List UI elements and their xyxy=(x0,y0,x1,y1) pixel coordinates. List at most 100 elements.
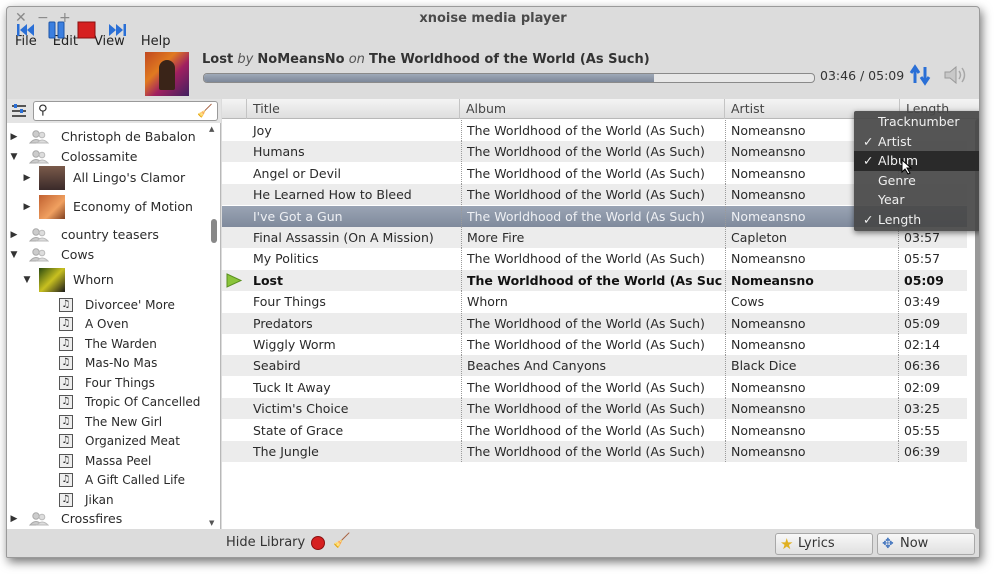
volume-icon[interactable] xyxy=(942,63,968,87)
library-item-track[interactable]: ♫ A Oven xyxy=(7,314,213,334)
library-panel: ⚲ 🧹 ▶ Christoph de Babalon ▼ Colossamite ▶ Al… xyxy=(7,99,221,529)
collapsed-arrow-icon[interactable]: ▶ xyxy=(22,165,32,191)
library-item-artist[interactable]: ▶ country teasers xyxy=(7,225,213,245)
cell-length: 05:55 xyxy=(898,419,966,441)
cell-length: 05:09 xyxy=(898,269,966,291)
music-note-icon: ♫ xyxy=(59,395,73,409)
library-item-track[interactable]: ♫ The New Girl xyxy=(7,412,213,432)
cell-title: My Politics xyxy=(253,251,319,267)
library-item-artist[interactable]: ▶ Crossfires xyxy=(7,509,213,529)
column-menu-label: Tracknumber xyxy=(878,114,960,129)
library-item-label: Jikan xyxy=(85,493,114,507)
playlist-row[interactable]: Four Things Whorn Cows 03:49 xyxy=(222,291,967,313)
column-menu-item[interactable]: ✓ Album xyxy=(854,151,979,171)
now-playing-button[interactable]: ✥ Now Playing xyxy=(877,533,975,557)
expanded-arrow-icon[interactable]: ▼ xyxy=(22,267,32,293)
library-item-album[interactable]: ▼ Whorn xyxy=(7,267,213,293)
library-item-artist[interactable]: ▼ Colossamite xyxy=(7,147,213,167)
column-title[interactable]: Title xyxy=(246,99,462,119)
playlist-row[interactable]: Victim's Choice The Worldhood of the Worl… xyxy=(222,398,967,420)
library-item-album[interactable]: ▶ Economy of Motion xyxy=(7,194,213,220)
library-item-track[interactable]: ♫ Jikan xyxy=(7,490,213,510)
playlist-row[interactable]: Lost The Worldhood of the World (As Such)… xyxy=(222,269,967,291)
progress-bar[interactable] xyxy=(203,73,815,83)
collapsed-arrow-icon[interactable]: ▶ xyxy=(9,127,19,147)
library-item-track[interactable]: ♫ Divorcee' More xyxy=(7,295,213,315)
library-item-label: Cows xyxy=(61,247,95,262)
music-note-icon: ♫ xyxy=(59,298,73,312)
library-item-track[interactable]: ♫ Tropic Of Cancelled xyxy=(7,392,213,412)
lyrics-label: Lyrics xyxy=(798,536,835,551)
media-sources-icon[interactable] xyxy=(11,104,27,118)
cell-album: The Worldhood of the World (As Such) xyxy=(461,312,723,334)
cell-title: Humans xyxy=(253,144,305,160)
library-item-track[interactable]: ♫ Organized Meat xyxy=(7,431,213,451)
playlist-row[interactable]: The Jungle The Worldhood of the World (As… xyxy=(222,441,967,462)
library-item-label: Crossfires xyxy=(61,511,123,526)
pause-icon[interactable] xyxy=(46,20,68,40)
playlist-row[interactable]: State of Grace The Worldhood of the World… xyxy=(222,419,967,441)
window-title: xnoise media player xyxy=(419,11,567,26)
library-item-track[interactable]: ♫ A Gift Called Life xyxy=(7,470,213,490)
menu-help[interactable]: Help xyxy=(133,31,179,53)
library-scroll-thumb[interactable] xyxy=(211,219,217,243)
music-note-icon: ♫ xyxy=(59,356,73,370)
stop-icon[interactable] xyxy=(76,20,98,40)
cell-title: Final Assassin (On A Mission) xyxy=(253,230,434,245)
bottom-bar: Hide Library 🧹 ★ Lyrics ✥ Now Playing xyxy=(7,529,979,557)
column-menu-item[interactable]: Tracknumber xyxy=(854,112,979,132)
repeat-icon[interactable] xyxy=(909,63,931,87)
collapsed-arrow-icon[interactable]: ▶ xyxy=(9,509,19,529)
broom-icon[interactable]: 🧹 xyxy=(333,533,350,549)
no-entry-icon[interactable] xyxy=(311,536,325,550)
cell-artist: Nomeansno xyxy=(725,398,898,420)
library-item-artist[interactable]: ▼ Cows xyxy=(7,245,213,265)
column-menu-label: Artist xyxy=(878,133,912,149)
playlist-row[interactable]: Wiggly Worm The Worldhood of the World (A… xyxy=(222,334,967,355)
playlist-row[interactable]: My Politics The Worldhood of the World (A… xyxy=(222,248,967,270)
cell-artist: Cows xyxy=(725,291,898,313)
next-track-icon[interactable] xyxy=(106,20,128,40)
search-icon: ⚲ xyxy=(38,103,48,118)
collapsed-arrow-icon[interactable]: ▶ xyxy=(9,225,19,245)
library-item-label: Economy of Motion xyxy=(73,199,193,214)
cell-artist: Black Dice xyxy=(725,355,898,377)
music-note-icon: ♫ xyxy=(59,473,73,487)
library-item-label: All Lingo's Clamor xyxy=(73,170,186,185)
hide-library-button[interactable]: Hide Library xyxy=(226,535,305,550)
library-item-track[interactable]: ♫ Four Things xyxy=(7,373,213,393)
music-note-icon: ♫ xyxy=(59,415,73,429)
library-item-label: Mas-No Mas xyxy=(85,356,158,370)
library-scrollbar[interactable]: ▲ ▼ xyxy=(209,123,219,529)
star-icon: ★ xyxy=(780,535,794,553)
library-item-track[interactable]: ♫ Mas-No Mas xyxy=(7,353,213,373)
search-field[interactable]: ⚲ 🧹 xyxy=(33,101,218,121)
column-menu-label: Year xyxy=(878,192,905,208)
library-item-track[interactable]: ♫ The Warden xyxy=(7,334,213,354)
playlist-row[interactable]: Tuck It Away The Worldhood of the World (… xyxy=(222,376,967,398)
library-item-album[interactable]: ▶ All Lingo's Clamor xyxy=(7,165,213,191)
clear-search-icon[interactable]: 🧹 xyxy=(197,102,213,120)
previous-track-icon[interactable] xyxy=(15,20,37,40)
playlist-row[interactable]: Seabird Beaches And Canyons Black Dice 06:3… xyxy=(222,355,967,377)
column-menu-item[interactable]: Genre xyxy=(854,171,979,191)
column-menu-item[interactable]: ✓ Artist xyxy=(854,132,979,152)
library-item-artist[interactable]: ▶ Christoph de Babalon xyxy=(7,127,213,147)
column-menu-item[interactable]: Year xyxy=(854,190,979,210)
library-item-track[interactable]: ♫ Massa Peel xyxy=(7,451,213,471)
album-cover-image[interactable] xyxy=(145,52,189,96)
expanded-arrow-icon[interactable]: ▼ xyxy=(9,245,19,265)
now-playing-on: on xyxy=(348,52,365,67)
playlist-row[interactable]: Predators The Worldhood of the World (As … xyxy=(222,312,967,334)
cell-title: Wiggly Worm xyxy=(253,337,336,352)
search-input[interactable] xyxy=(54,103,194,119)
cell-album: Beaches And Canyons xyxy=(461,355,723,377)
collapsed-arrow-icon[interactable]: ▶ xyxy=(22,194,32,220)
artist-icon xyxy=(28,130,50,144)
column-menu-item[interactable]: ✓ Length xyxy=(854,210,979,230)
expanded-arrow-icon[interactable]: ▼ xyxy=(9,147,19,167)
now-playing-album: The Worldhood of the World (As Such) xyxy=(369,52,650,67)
cell-title: Lost xyxy=(253,272,283,288)
lyrics-button[interactable]: ★ Lyrics xyxy=(775,533,873,555)
column-album[interactable]: Album xyxy=(459,99,725,119)
